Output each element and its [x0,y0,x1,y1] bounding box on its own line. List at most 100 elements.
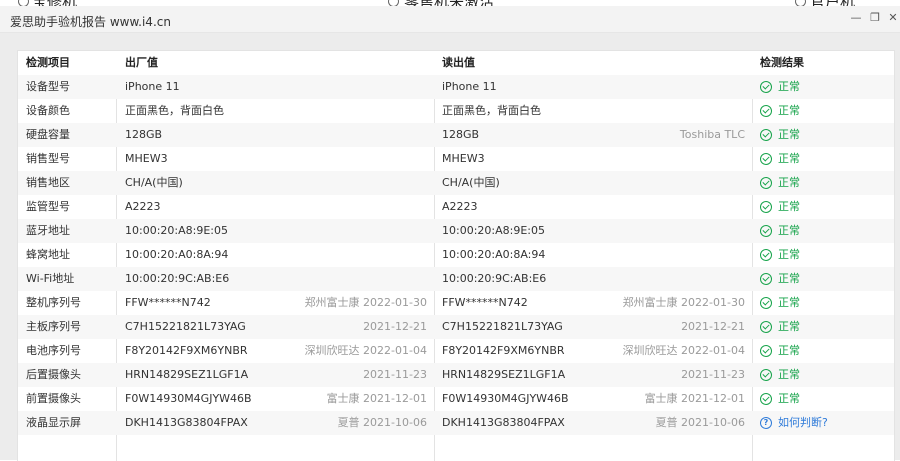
result-text: 正常 [778,176,800,189]
item-label: 整机序列号 [26,296,81,309]
question-circle-icon: ? [760,417,772,429]
table-row: 销售型号 MHEW3 MHEW3 正常 [18,147,894,171]
item-label: 设备颜色 [26,104,70,117]
factory-note: 夏普 2021-10-06 [337,416,427,429]
check-circle-icon [760,153,772,165]
read-note: Toshiba TLC [679,128,745,141]
result-text: 正常 [778,80,800,93]
factory-value: MHEW3 [125,152,168,165]
check-circle-icon [760,297,772,309]
window-titlebar: 爱思助手验机报告 www.i4.cn — ❐ ✕ [0,6,900,33]
item-label: 主板序列号 [26,320,81,333]
table-header: 检测项目 出厂值 读出值 检测结果 [18,51,894,75]
read-value: 10:00:20:A8:9E:05 [442,224,545,237]
item-label: 监管型号 [26,200,70,213]
check-circle-icon [760,105,772,117]
item-label: 销售地区 [26,176,70,189]
read-value: HRN14829SEZ1LGF1A [442,368,566,381]
table-row: 硬盘容量 128GB 128GB Toshiba TLC 正常 [18,123,894,147]
table-row: 设备型号 iPhone 11 iPhone 11 正常 [18,75,894,99]
table-row: Wi-Fi地址 10:00:20:9C:AB:E6 10:00:20:9C:AB:E… [18,267,894,291]
factory-note: 2021-11-23 [363,368,427,381]
table-row: 蓝牙地址 10:00:20:A8:9E:05 10:00:20:A8:9E:05 正常 [18,219,894,243]
factory-value: DKH1413G83804FPAX [125,416,248,429]
factory-value: 10:00:20:A0:8A:94 [125,248,229,261]
item-label: 后置摄像头 [26,368,81,381]
result-text: 正常 [778,368,800,381]
read-value: 10:00:20:9C:AB:E6 [442,272,547,285]
read-value: CH/A(中国) [442,176,500,189]
read-value: 128GB [442,128,480,141]
factory-value: HRN14829SEZ1LGF1A [125,368,249,381]
result-text: 正常 [778,248,800,261]
read-value: F0W14930M4GJYW46B [442,392,569,405]
factory-value: C7H15221821L73YAG [125,320,246,333]
read-value: 正面黑色，背面白色 [442,104,541,117]
factory-value: FFW******N742 [125,296,211,309]
factory-value: A2223 [125,200,161,213]
table-row: 整机序列号 FFW******N742 郑州富士康 2022-01-30 FFW***… [18,291,894,315]
check-circle-icon [760,393,772,405]
table-row: 电池序列号 F8Y20142F9XM6YNBR 深圳欣旺达 2022-01-04 F8… [18,339,894,363]
table-row: 设备颜色 正面黑色，背面白色 正面黑色，背面白色 正常 [18,99,894,123]
result-text: 正常 [778,392,800,405]
check-circle-icon [760,177,772,189]
read-value: iPhone 11 [442,80,497,93]
check-circle-icon [760,369,772,381]
result-text: 正常 [778,104,800,117]
factory-value: CH/A(中国) [125,176,183,189]
factory-value: 10:00:20:9C:AB:E6 [125,272,230,285]
read-value: A2223 [442,200,478,213]
table-row: 主板序列号 C7H15221821L73YAG 2021-12-21 C7H15221… [18,315,894,339]
factory-value: 正面黑色，背面白色 [125,104,224,117]
item-label: 硬盘容量 [26,128,70,141]
restore-icon[interactable]: ❐ [866,9,884,27]
read-value: F8Y20142F9XM6YNBR [442,344,565,357]
result-text: 正常 [778,344,800,357]
read-note: 富士康 2021-12-01 [644,392,745,405]
factory-value: F8Y20142F9XM6YNBR [125,344,248,357]
item-label: 前置摄像头 [26,392,81,405]
read-value: MHEW3 [442,152,485,165]
item-label: Wi-Fi地址 [26,272,75,285]
factory-value: iPhone 11 [125,80,180,93]
result-text: 正常 [778,320,800,333]
table-row: 销售地区 CH/A(中国) CH/A(中国) 正常 [18,171,894,195]
result-text: 正常 [778,200,800,213]
read-value: 10:00:20:A0:8A:94 [442,248,546,261]
factory-note: 深圳欣旺达 2022-01-04 [304,344,427,357]
close-icon[interactable]: ✕ [884,9,900,27]
check-circle-icon [760,249,772,261]
item-label: 液晶显示屏 [26,416,81,429]
result-text: 正常 [778,224,800,237]
check-circle-icon [760,201,772,213]
factory-note: 2021-12-21 [363,320,427,333]
check-circle-icon [760,225,772,237]
result-text: 正常 [778,128,800,141]
table-row: 后置摄像头 HRN14829SEZ1LGF1A 2021-11-23 HRN14829… [18,363,894,387]
factory-value: F0W14930M4GJYW46B [125,392,252,405]
factory-note: 富士康 2021-12-01 [326,392,427,405]
item-label: 设备型号 [26,80,70,93]
column-header: 出厂值 [125,56,158,69]
column-header: 检测项目 [26,56,70,69]
read-value: DKH1413G83804FPAX [442,416,565,429]
report-table: 检测项目 出厂值 读出值 检测结果 设备型号 iPhone 11 iPhone 11 正常 设备… [17,50,895,461]
minimize-icon[interactable]: — [847,9,865,27]
check-circle-icon [760,273,772,285]
table-row: 前置摄像头 F0W14930M4GJYW46B 富士康 2021-12-01 F0W1… [18,387,894,411]
window-title: 爱思助手验机报告 www.i4.cn [10,15,171,29]
read-value: C7H15221821L73YAG [442,320,563,333]
read-note: 郑州富士康 2022-01-30 [622,296,745,309]
result-text: 正常 [778,296,800,309]
check-circle-icon [760,321,772,333]
table-row: 监管型号 A2223 A2223 正常 [18,195,894,219]
how-to-judge-link[interactable]: 如何判断? [778,411,828,435]
factory-note: 郑州富士康 2022-01-30 [304,296,427,309]
item-label: 销售型号 [26,152,70,165]
read-note: 2021-12-21 [681,320,745,333]
read-note: 2021-11-23 [681,368,745,381]
column-header: 检测结果 [760,56,804,69]
table-row: 蜂窝地址 10:00:20:A0:8A:94 10:00:20:A0:8A:94 正常 [18,243,894,267]
read-value: FFW******N742 [442,296,528,309]
